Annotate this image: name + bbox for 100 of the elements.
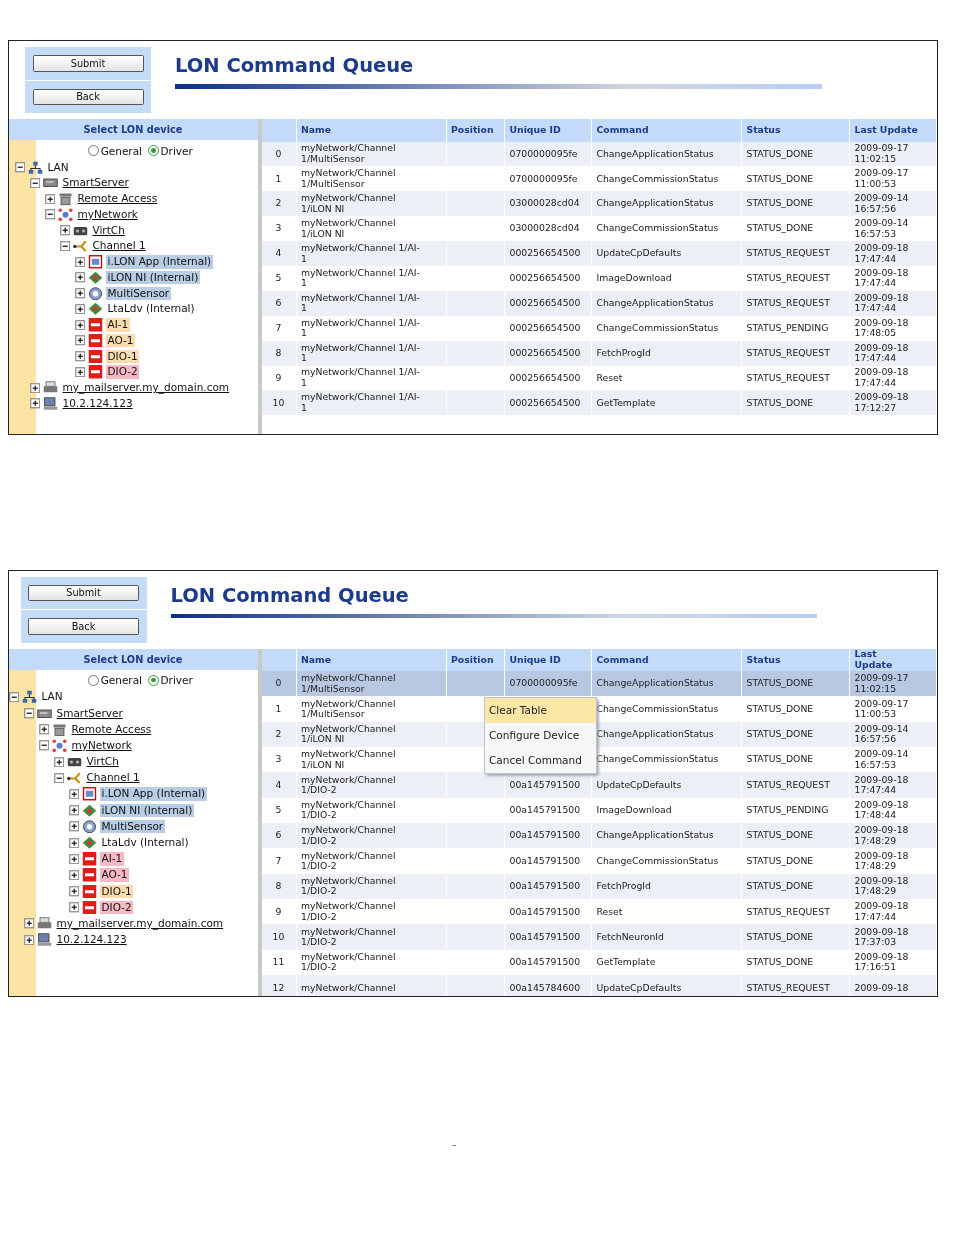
expand-toggle[interactable]: [38, 724, 49, 735]
table-row[interactable]: 10 myNetwork/Channel 1/DIO-2 00a145791500 FetchNeuronId STATUS_DONE 2009-09-18 17:37:03: [261, 924, 936, 950]
expand-toggle[interactable]: [68, 902, 79, 913]
tree-item[interactable]: Channel 1: [91, 239, 148, 253]
expand-toggle[interactable]: [68, 886, 79, 897]
table-row[interactable]: 8 myNetwork/Channel 1/AI- 1 000256654500 FetchProgId STATUS_REQUEST 2009-09-18 17:47:44: [261, 340, 936, 366]
table-row[interactable]: 3 myNetwork/Channel 1/iLON NI 03000028cd04 ChangeCommissionStatus STATUS_DONE 2009-09-14 16:57:53: [261, 216, 936, 242]
toolbar-button[interactable]: Back: [32, 88, 144, 105]
column-header[interactable]: Position: [446, 119, 505, 142]
table-row[interactable]: 0 myNetwork/Channel 1/MultiSensor 0700000095fe ChangeApplicationStatus STATUS_DONE 2009-09-17 11:02:15: [261, 141, 936, 167]
radio-button[interactable]: Driver: [148, 144, 193, 157]
toolbar-button[interactable]: Submit: [32, 55, 144, 72]
tree-item[interactable]: AO-1: [100, 868, 130, 882]
expand-toggle[interactable]: [14, 162, 25, 173]
tree-item[interactable]: DIO-1: [106, 349, 140, 364]
tree-item[interactable]: SmartServer: [61, 176, 131, 190]
expand-toggle[interactable]: [68, 821, 79, 832]
expand-toggle[interactable]: [59, 240, 70, 252]
expand-toggle[interactable]: [68, 805, 79, 816]
expand-toggle[interactable]: [74, 256, 85, 268]
table-row[interactable]: 5 myNetwork/Channel 1/AI- 1 000256654500 ImageDownload STATUS_REQUEST 2009-09-18 17:47:44: [261, 265, 936, 291]
tree-item[interactable]: MultiSensor: [100, 819, 165, 834]
expand-toggle[interactable]: [29, 177, 40, 189]
tree-item[interactable]: LAN: [40, 690, 65, 704]
expand-toggle[interactable]: [8, 691, 19, 703]
expand-toggle[interactable]: [44, 209, 55, 220]
column-header[interactable]: Unique ID: [504, 119, 592, 142]
expand-toggle[interactable]: [74, 366, 85, 378]
expand-toggle[interactable]: [29, 398, 40, 409]
table-row[interactable]: 8 myNetwork/Channel 1/DIO-2 00a145791500 FetchProgId STATUS_DONE 2009-09-18 17:48:29: [261, 873, 936, 900]
expand-toggle[interactable]: [53, 756, 64, 768]
column-header[interactable]: Position: [446, 648, 505, 671]
expand-toggle[interactable]: [74, 319, 85, 331]
menu-item[interactable]: Clear Table: [484, 697, 596, 723]
expand-toggle[interactable]: [59, 225, 70, 236]
expand-toggle[interactable]: [68, 869, 79, 881]
tree-item[interactable]: DIO-2: [100, 900, 134, 915]
tree-item[interactable]: iLON NI (Internal): [100, 803, 194, 818]
tree-item[interactable]: LtaLdv (Internal): [106, 302, 197, 316]
expand-toggle[interactable]: [68, 853, 79, 865]
radio-button[interactable]: General: [88, 144, 143, 157]
column-header[interactable]: Last Update: [849, 119, 936, 142]
radio-button[interactable]: General: [88, 674, 143, 686]
tree-item[interactable]: i.LON App (Internal): [100, 787, 207, 801]
column-header[interactable]: Command: [591, 119, 742, 142]
tree-item[interactable]: my_mailserver.my_domain.com: [61, 381, 231, 395]
table-row[interactable]: 7 myNetwork/Channel 1/AI- 1 000256654500 ChangeCommissionStatus STATUS_PENDING 2009-09-18 17:48:05: [261, 315, 936, 341]
expand-toggle[interactable]: [53, 772, 64, 784]
table-row[interactable]: 7 myNetwork/Channel 1/DIO-2 00a145791500 ChangeCommissionStatus STATUS_DONE 2009-09-18 17:48:29: [261, 848, 936, 874]
toolbar-button[interactable]: Submit: [28, 584, 139, 601]
tree-item[interactable]: LAN: [46, 160, 71, 175]
tree-item[interactable]: VirtCh: [91, 223, 127, 238]
tree-item[interactable]: myNetwork: [70, 738, 134, 753]
column-header[interactable]: Name: [296, 119, 446, 142]
tree-item[interactable]: DIO-1: [100, 884, 134, 899]
expand-toggle[interactable]: [38, 740, 49, 751]
table-row[interactable]: 2 myNetwork/Channel 1/iLON NI 03000028cd04 ChangeApplicationStatus STATUS_DONE 2009-09-14 16:57:56: [261, 191, 936, 217]
tree-item[interactable]: Remote Access: [76, 192, 159, 206]
tree-item[interactable]: Channel 1: [85, 771, 142, 785]
expand-toggle[interactable]: [68, 788, 79, 800]
tree-item[interactable]: MultiSensor: [106, 286, 171, 301]
expand-toggle[interactable]: [29, 382, 40, 394]
tree-item[interactable]: AI-1: [100, 852, 124, 866]
column-header[interactable]: Last Update: [849, 648, 936, 671]
expand-toggle[interactable]: [74, 335, 85, 346]
table-row[interactable]: 11 myNetwork/Channel 1/DIO-2 00a145791500 GetTemplate STATUS_DONE 2009-09-18 17:16:51: [261, 949, 936, 976]
table-row[interactable]: 5 myNetwork/Channel 1/DIO-2 00a145791500 ImageDownload STATUS_PENDING 2009-09-18 17:48:44: [261, 797, 936, 824]
expand-toggle[interactable]: [74, 351, 85, 362]
tree-item[interactable]: VirtCh: [85, 755, 121, 769]
tree-item[interactable]: my_mailserver.my_domain.com: [55, 916, 225, 931]
expand-toggle[interactable]: [23, 918, 34, 929]
table-row[interactable]: 4 myNetwork/Channel 1/DIO-2 00a145791500 UpdateCpDefaults STATUS_REQUEST 2009-09-18 17:47:44: [261, 772, 936, 798]
expand-toggle[interactable]: [74, 288, 85, 299]
tree-item[interactable]: DIO-2: [106, 365, 140, 379]
expand-toggle[interactable]: [68, 837, 79, 849]
tree-item[interactable]: iLON NI (Internal): [106, 270, 200, 285]
expand-toggle[interactable]: [44, 193, 55, 205]
tree-item[interactable]: AI-1: [106, 318, 130, 332]
column-header[interactable]: Unique ID: [504, 648, 592, 671]
column-header[interactable]: Status: [741, 648, 850, 671]
table-row[interactable]: 0 myNetwork/Channel 1/MultiSensor 0700000095fe ChangeApplicationStatus STATUS_DONE 2009-09-17 11:02:15: [261, 671, 936, 697]
tree-item[interactable]: AO-1: [106, 333, 136, 348]
table-row[interactable]: 6 myNetwork/Channel 1/AI- 1 000256654500 ChangeApplicationStatus STATUS_REQUEST 2009-09-18 17:47:44: [261, 290, 936, 316]
tree-item[interactable]: LtaLdv (Internal): [100, 836, 191, 850]
expand-toggle[interactable]: [23, 934, 34, 946]
table-row[interactable]: 12 myNetwork/Channel 00a145784600 UpdateCpDefaults STATUS_REQUEST 2009-09-18: [261, 975, 936, 996]
tree-item[interactable]: 10.2.124.123: [61, 396, 135, 411]
table-row[interactable]: 1 myNetwork/Channel 1/MultiSensor 0700000095fe ChangeCommissionStatus STATUS_DONE 2009-09-17 11:00:53: [261, 166, 936, 192]
expand-toggle[interactable]: [74, 303, 85, 315]
column-header[interactable]: Name: [296, 648, 446, 671]
tree-item[interactable]: myNetwork: [76, 207, 140, 222]
toolbar-button[interactable]: Back: [28, 618, 139, 635]
tree-item[interactable]: 10.2.124.123: [55, 933, 129, 947]
column-header[interactable]: Command: [591, 648, 742, 671]
tree-item[interactable]: i.LON App (Internal): [106, 255, 213, 269]
table-row[interactable]: 10 myNetwork/Channel 1/AI- 1 000256654500 GetTemplate STATUS_DONE 2009-09-18 17:12:27: [261, 390, 936, 416]
expand-toggle[interactable]: [74, 272, 85, 283]
column-header[interactable]: Status: [741, 119, 850, 142]
tree-item[interactable]: SmartServer: [55, 706, 125, 721]
table-row[interactable]: 4 myNetwork/Channel 1/AI- 1 000256654500 UpdateCpDefaults STATUS_REQUEST 2009-09-18 17:47:44: [261, 241, 936, 266]
